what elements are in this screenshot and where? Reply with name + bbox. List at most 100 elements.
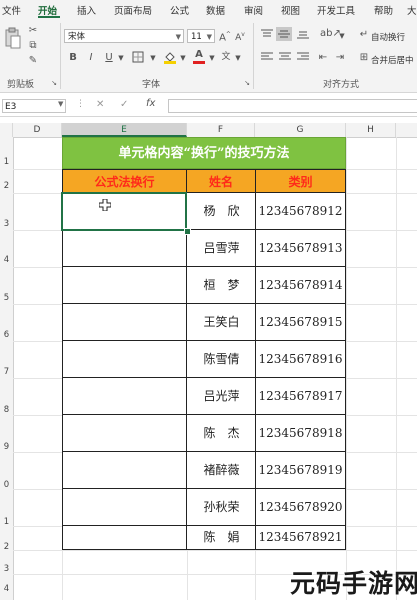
name-cell[interactable]: 陈 杰 <box>186 415 256 452</box>
font-launcher-icon[interactable]: ↘ <box>243 77 251 89</box>
column-header-d[interactable]: D <box>13 123 62 137</box>
name-cell[interactable]: 吕光萍 <box>186 378 256 415</box>
name-cell[interactable]: 王笑白 <box>186 304 256 341</box>
row-header[interactable]: 2 <box>0 542 13 552</box>
align-top-icon[interactable] <box>260 29 274 43</box>
menu-overflow[interactable]: 大 <box>407 3 417 17</box>
cancel-icon[interactable]: ✕ <box>96 99 104 110</box>
clipboard-launcher-icon[interactable]: ↘ <box>50 77 58 89</box>
increase-font-icon[interactable]: A^ <box>219 29 231 44</box>
column-header-f[interactable]: F <box>187 123 255 137</box>
formula-wrap-cell[interactable] <box>62 341 187 378</box>
merge-center-button[interactable]: 合并后居中 <box>371 54 414 66</box>
paste-icon[interactable] <box>4 27 22 53</box>
name-cell[interactable]: 孙秋荣 <box>186 489 256 526</box>
category-cell[interactable]: 12345678917 <box>255 378 346 415</box>
name-cell[interactable]: 吕雪萍 <box>186 230 256 267</box>
copy-icon[interactable]: ⧉ <box>27 40 39 52</box>
underline-button[interactable]: U <box>104 52 114 64</box>
row-header[interactable]: 8 <box>0 405 13 415</box>
header-category[interactable]: 类别 <box>255 169 346 193</box>
header-name[interactable]: 姓名 <box>186 169 256 193</box>
menu-developer[interactable]: 开发工具 <box>317 3 355 17</box>
selected-cell[interactable] <box>61 192 187 231</box>
row-header[interactable]: 1 <box>0 517 13 527</box>
align-center-icon[interactable] <box>278 52 292 66</box>
column-header-g[interactable]: G <box>255 123 346 137</box>
select-all-corner[interactable] <box>0 123 13 137</box>
name-cell[interactable]: 陈 娟 <box>186 526 256 550</box>
wrap-text-button[interactable]: 自动换行 <box>371 31 405 43</box>
formula-wrap-cell[interactable] <box>62 415 187 452</box>
row-header[interactable]: 3 <box>0 219 13 229</box>
align-middle-icon[interactable] <box>276 27 292 41</box>
formula-wrap-cell[interactable] <box>62 489 187 526</box>
decrease-font-icon[interactable]: Av <box>234 29 246 44</box>
category-cell[interactable]: 12345678919 <box>255 452 346 489</box>
italic-button[interactable]: I <box>86 52 96 64</box>
formula-wrap-cell[interactable] <box>62 304 187 341</box>
align-left-icon[interactable] <box>260 52 274 66</box>
wrap-text-icon[interactable]: ↵ <box>358 29 370 41</box>
font-size-select[interactable]: 11 ▼ <box>187 29 215 43</box>
decrease-indent-icon[interactable]: ⇤ <box>316 52 330 64</box>
formula-wrap-cell[interactable] <box>62 378 187 415</box>
column-header-e[interactable]: E <box>62 123 187 137</box>
borders-icon[interactable] <box>131 51 145 67</box>
row-header[interactable]: 3 <box>0 564 13 574</box>
fill-color-icon[interactable] <box>163 50 177 68</box>
category-cell[interactable]: 12345678918 <box>255 415 346 452</box>
merge-center-icon[interactable]: ⊞ <box>358 52 370 64</box>
category-cell[interactable]: 12345678915 <box>255 304 346 341</box>
align-bottom-icon[interactable] <box>296 29 310 43</box>
font-color-icon[interactable]: A <box>192 49 206 64</box>
table-title[interactable]: 单元格内容“换行”的技巧方法 <box>62 137 346 169</box>
column-header-i[interactable] <box>396 123 417 137</box>
name-cell[interactable]: 桓 梦 <box>186 267 256 304</box>
category-cell[interactable]: 12345678912 <box>255 193 346 230</box>
category-cell[interactable]: 12345678921 <box>255 526 346 550</box>
name-cell[interactable]: 杨 欣 <box>186 193 256 230</box>
column-header-h[interactable]: H <box>346 123 396 137</box>
row-header[interactable]: 1 <box>0 157 13 167</box>
bold-button[interactable]: B <box>68 52 78 64</box>
formula-input[interactable] <box>168 99 417 113</box>
row-header[interactable]: 0 <box>0 480 13 490</box>
category-cell[interactable]: 12345678916 <box>255 341 346 378</box>
row-header[interactable]: 5 <box>0 293 13 303</box>
insert-function-icon[interactable]: fx <box>146 98 155 109</box>
menu-formulas[interactable]: 公式 <box>170 3 189 17</box>
chevron-down-icon[interactable]: ▼ <box>117 52 125 64</box>
menu-data[interactable]: 数据 <box>206 3 225 17</box>
chevron-down-icon[interactable]: ▼ <box>208 52 216 64</box>
name-box[interactable]: E3 <box>2 99 66 113</box>
increase-indent-icon[interactable]: ⇥ <box>333 52 347 64</box>
fill-handle[interactable] <box>184 228 191 235</box>
menu-file[interactable]: 文件 <box>2 3 21 17</box>
row-header[interactable]: 7 <box>0 367 13 377</box>
orientation-icon[interactable]: ab↗ <box>320 28 341 40</box>
formula-wrap-cell[interactable] <box>62 230 187 267</box>
row-header[interactable]: 6 <box>0 330 13 340</box>
row-header[interactable]: 9 <box>0 442 13 452</box>
name-cell[interactable]: 褚醉薇 <box>186 452 256 489</box>
category-cell[interactable]: 12345678913 <box>255 230 346 267</box>
row-header[interactable]: 4 <box>0 584 13 594</box>
menu-home[interactable]: 开始 <box>38 3 57 17</box>
chevron-down-icon[interactable]: ▼ <box>234 52 242 64</box>
format-painter-icon[interactable]: ✎ <box>27 55 39 67</box>
menu-insert[interactable]: 插入 <box>77 3 96 17</box>
menu-help[interactable]: 帮助 <box>374 3 393 17</box>
chevron-down-icon[interactable]: ▼ <box>58 100 63 108</box>
cut-icon[interactable]: ✂ <box>27 25 39 37</box>
header-formula-wrap[interactable]: 公式法换行 <box>62 169 187 193</box>
chevron-down-icon[interactable]: ▼ <box>338 30 346 42</box>
name-cell[interactable]: 陈雪倩 <box>186 341 256 378</box>
formula-wrap-cell[interactable] <box>62 526 187 550</box>
chevron-down-icon[interactable]: ▼ <box>149 52 157 64</box>
category-cell[interactable]: 12345678914 <box>255 267 346 304</box>
chevron-down-icon[interactable]: ▼ <box>179 52 187 64</box>
formula-wrap-cell[interactable] <box>62 267 187 304</box>
enter-icon[interactable]: ✓ <box>120 99 128 110</box>
phonetic-icon[interactable]: 文 <box>220 51 232 63</box>
